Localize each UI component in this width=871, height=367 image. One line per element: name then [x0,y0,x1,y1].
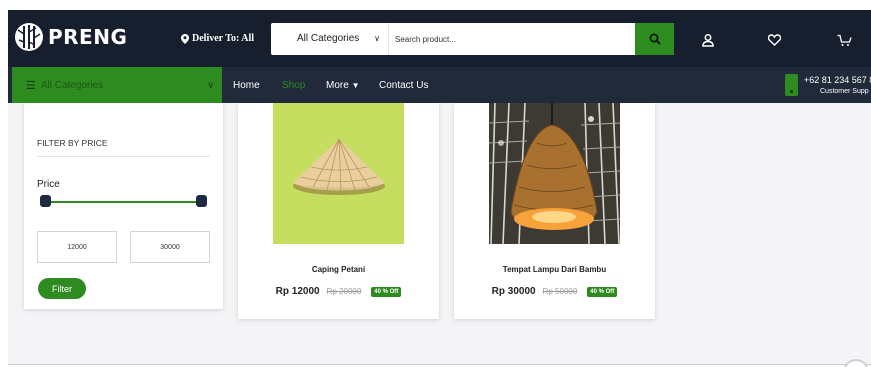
nav-more[interactable]: More ▼ [326,80,360,91]
support-phone[interactable]: +62 81 234 567 8 [804,75,871,85]
search-button[interactable] [635,23,674,55]
search-category-select[interactable]: All Categories ∨ [271,23,389,55]
deliver-label: Deliver To: All [192,33,255,44]
product-price-row: Rp 12000 Rp 20000 40 % Off [238,286,439,297]
all-categories-label: All Categories [40,79,104,91]
price-min-input[interactable]: 12000 [37,231,117,263]
price-range-track[interactable] [44,201,202,203]
brand-logo[interactable]: PRENG [14,22,127,52]
chevron-down-icon: ∨ [374,34,380,43]
product-price: Rp 12000 [275,286,320,297]
all-categories-dropdown[interactable]: ☰ All Categories ∨ [12,67,222,103]
divider [37,156,210,157]
filter-title: FILTER BY PRICE [37,138,108,148]
search-category-value: All Categories [297,33,360,44]
product-name[interactable]: Caping Petani [238,265,439,274]
product-price-row: Rp 30000 Rp 50000 40 % Off [454,286,655,297]
discount-badge: 40 % Off [371,286,402,297]
product-price: Rp 30000 [491,286,536,297]
product-name[interactable]: Tempat Lampu Dari Bambu [454,265,655,274]
price-max-handle[interactable] [196,195,207,207]
brand-name: PRENG [48,25,128,49]
cart-icon[interactable] [836,32,852,48]
chevron-down-icon: ∨ [207,79,214,90]
top-header: PRENG Deliver To: All All Categories ∨ [8,10,871,67]
nav-home[interactable]: Home [233,80,260,91]
heart-icon[interactable] [766,32,782,48]
menu-icon: ☰ [26,79,36,92]
price-min-handle[interactable] [40,195,51,207]
deliver-to-selector[interactable]: Deliver To: All [181,33,254,44]
search-bar: All Categories ∨ [271,23,674,55]
price-max-input[interactable]: 30000 [130,231,210,263]
search-input[interactable] [395,23,625,55]
search-icon [649,33,661,45]
caret-down-icon: ▼ [351,81,360,90]
price-filter-panel: FILTER BY PRICE Price 12000 30000 Filter [24,103,223,309]
price-label: Price [37,179,60,190]
support-label: Customer Supp [820,88,869,95]
shop-content: FILTER BY PRICE Price 12000 30000 Filter… [8,103,871,365]
bamboo-logo-icon [15,23,43,51]
product-card[interactable]: Tempat Lampu Dari Bambu Rp 30000 Rp 5000… [454,103,655,319]
product-old-price: Rp 20000 [326,287,362,296]
nav-shop[interactable]: Shop [282,80,305,91]
product-image[interactable] [489,103,620,244]
location-pin-icon [181,33,189,44]
product-old-price: Rp 50000 [542,287,578,296]
nav-contact[interactable]: Contact Us [379,80,428,91]
product-card[interactable]: Caping Petani Rp 12000 Rp 20000 40 % Off [238,103,439,319]
phone-icon [785,74,798,96]
product-image[interactable] [273,103,404,244]
filter-button[interactable]: Filter [38,278,86,299]
main-navbar: ☰ All Categories ∨ Home Shop More ▼ Cont… [8,67,871,103]
nav-more-label: More [326,80,349,91]
discount-badge: 40 % Off [587,286,618,297]
user-icon[interactable] [700,32,716,48]
